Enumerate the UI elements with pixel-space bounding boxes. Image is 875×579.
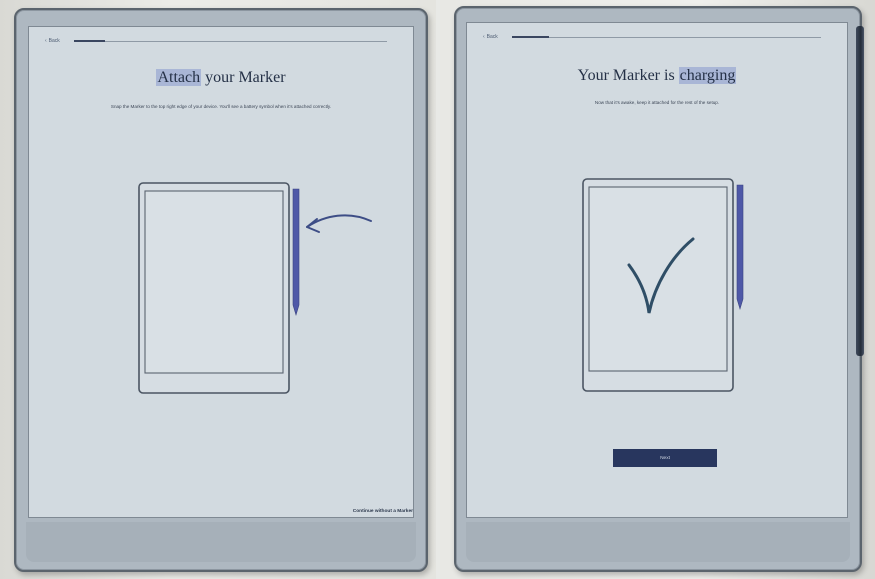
tablet-device: ‹ Back Your Marker is charging Now that … — [454, 6, 864, 572]
page-title: Your Marker is charging — [467, 67, 847, 85]
title-start: Your Marker is — [577, 67, 679, 84]
page-title: Attach your Marker — [29, 69, 413, 87]
next-button[interactable]: Next — [613, 449, 717, 467]
back-label: Back — [48, 38, 60, 44]
continue-without-marker-link[interactable]: Continue without a Marker — [353, 509, 413, 514]
arrow-icon — [306, 214, 372, 228]
back-button[interactable]: ‹ Back — [45, 38, 60, 44]
setup-progress-bar — [511, 35, 821, 38]
photo-marker-charging: ‹ Back Your Marker is charging Now that … — [440, 0, 875, 579]
top-bar: ‹ Back — [483, 31, 821, 43]
marker-pen-icon — [736, 184, 744, 311]
device-illustration — [582, 178, 744, 392]
tablet-screen-outline — [144, 190, 284, 374]
page-subtitle: Now that it's awake, keep it attached fo… — [594, 100, 720, 105]
device-bezel — [466, 522, 850, 562]
setup-progress-fill — [511, 35, 549, 38]
title-highlight: Attach — [156, 69, 202, 86]
title-highlight: charging — [678, 67, 737, 84]
top-bar: ‹ Back — [45, 35, 387, 47]
chevron-left-icon: ‹ — [45, 38, 47, 44]
title-rest: your Marker — [201, 69, 286, 86]
setup-progress-fill — [73, 39, 106, 42]
device-bezel — [26, 522, 416, 562]
marker-pen-icon — [292, 188, 300, 317]
tablet-screen-outline — [588, 186, 728, 372]
back-button[interactable]: ‹ Back — [483, 34, 498, 40]
device-illustration — [138, 182, 372, 394]
photo-attach-marker: ‹ Back Attach your Marker Snap the Marke… — [0, 0, 436, 579]
back-label: Back — [486, 34, 498, 40]
physical-marker-pen — [856, 26, 864, 356]
device-screen: ‹ Back Attach your Marker Snap the Marke… — [28, 26, 414, 518]
tablet-device: ‹ Back Attach your Marker Snap the Marke… — [14, 8, 428, 572]
page-subtitle: Snap the Marker to the top right edge of… — [110, 104, 332, 109]
setup-progress-bar — [73, 39, 387, 42]
device-screen: ‹ Back Your Marker is charging Now that … — [466, 22, 848, 518]
chevron-left-icon: ‹ — [483, 34, 485, 40]
